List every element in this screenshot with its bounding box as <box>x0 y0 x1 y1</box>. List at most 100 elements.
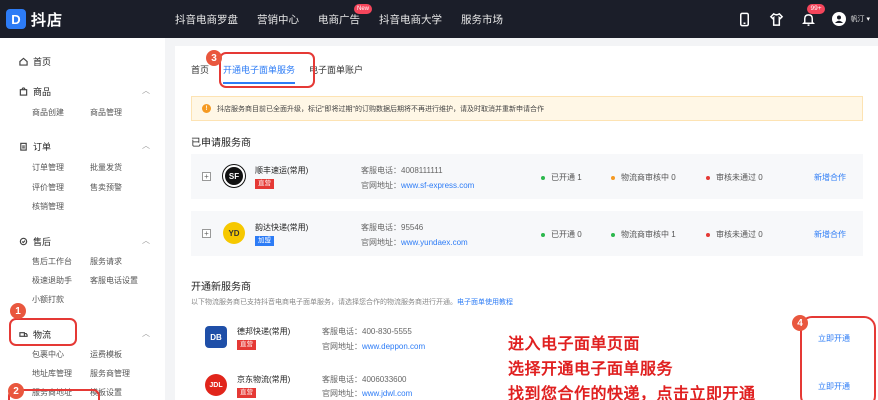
sidebar-item-freight-template[interactable]: 运费模板 <box>90 349 122 360</box>
annotation-line-1: 进入电子面单页面 <box>508 336 641 353</box>
carrier-tag: 直营 <box>237 388 256 398</box>
applied-carrier-row: + YD 韵达快递(常用) 加盟 客服电话：95546 官网地址：www.yun… <box>191 211 863 256</box>
annotation-ring-open-now <box>800 316 876 400</box>
dot-green-icon <box>541 175 545 180</box>
sidebar-item-quick-refund[interactable]: 极速退助手 <box>32 275 72 286</box>
sidebar-group-label: 商品 <box>33 87 52 97</box>
carrier-site: 官网地址：www.yundaex.com <box>361 238 468 247</box>
carrier-site-link[interactable]: www.jdwl.com <box>362 389 412 398</box>
carrier-name: 顺丰速运(常用) <box>255 166 309 175</box>
sidebar-group-product[interactable]: 商品 <box>18 85 51 98</box>
tutorial-link[interactable]: 电子面单使用教程 <box>457 299 513 306</box>
sidebar-item-batch-ship[interactable]: 批量发货 <box>90 162 122 173</box>
step-badge-3: 3 <box>206 50 222 66</box>
notice-text: 抖店服务商目前已全面升级，标记"即将过期"的订购数据后期将不再进行维护，请及时取… <box>217 105 544 113</box>
carrier-name: 韵达快递(常用) <box>255 223 309 232</box>
carrier-name: 德邦快递(常用) <box>237 327 291 336</box>
topnav-marketing[interactable]: 营销中心 <box>257 12 299 27</box>
notification-count-badge: 99+ <box>807 4 825 14</box>
service-icon <box>18 237 28 247</box>
yunda-logo-icon: YD <box>223 222 245 244</box>
new-section-desc: 以下物流服务商已支持抖音电商电子面单服务，请选择您合作的物流服务商进行开通。电子… <box>191 299 513 306</box>
dot-green-icon <box>611 232 615 237</box>
carrier-phone: 客服电话：4006033600 <box>322 375 407 384</box>
carrier-phone: 客服电话：4008111111 <box>361 166 443 175</box>
top-nav: 抖音电商罗盘 营销中心 电商广告 New 抖音电商大学 服务市场 <box>175 3 522 27</box>
user-menu[interactable]: 帆汀 ▾ <box>832 12 870 26</box>
carrier-phone: 客服电话：400-830-5555 <box>322 327 412 336</box>
sidebar-item-cs-phone[interactable]: 客服电话设置 <box>90 275 138 286</box>
notice-banner: ! 抖店服务商目前已全面升级，标记"即将过期"的订购数据后期将不再进行维护，请及… <box>191 96 863 121</box>
sidebar-group-aftersale[interactable]: 售后 <box>18 235 51 248</box>
jdl-logo-icon: JDL <box>205 374 227 396</box>
step-badge-1: 1 <box>10 303 26 319</box>
sidebar-item-small-payment[interactable]: 小额打款 <box>32 294 64 305</box>
logo-icon: D <box>6 9 26 29</box>
shirt-icon[interactable] <box>768 11 784 27</box>
topnav-university[interactable]: 抖音电商大学 <box>379 12 442 27</box>
applied-section-title: 已申请服务商 <box>191 138 251 149</box>
carrier-site-link[interactable]: www.deppon.com <box>362 342 425 351</box>
bag-icon <box>18 87 28 97</box>
sidebar-item-parcel-center[interactable]: 包裹中心 <box>32 349 64 360</box>
sidebar-item-service-request[interactable]: 服务请求 <box>90 256 122 267</box>
sidebar-item-verify-manage[interactable]: 核销管理 <box>32 201 64 212</box>
sidebar-item-order-manage[interactable]: 订单管理 <box>32 162 64 173</box>
app-logo[interactable]: D 抖店 <box>0 9 175 30</box>
sidebar-group-order[interactable]: 订单 <box>18 140 51 153</box>
home-icon <box>18 57 28 67</box>
status-rejected: 审核未通过 0 <box>706 172 763 183</box>
annotation-line-2: 选择开通电子面单服务 <box>508 361 674 378</box>
dot-green-icon <box>541 232 545 237</box>
sidebar-item-review-manage[interactable]: 评价管理 <box>32 182 64 193</box>
tab-ewaybill-account[interactable]: 电子面单账户 <box>309 63 363 76</box>
step-badge-4: 4 <box>792 315 808 331</box>
user-name: 帆汀 <box>850 16 865 23</box>
warning-icon: ! <box>202 104 211 113</box>
sidebar-home-label: 首页 <box>33 57 52 67</box>
top-right-tools: 99+ 帆汀 ▾ <box>720 0 870 38</box>
topnav-compass[interactable]: 抖音电商罗盘 <box>175 12 238 27</box>
dot-red-icon <box>706 175 710 180</box>
dot-red-icon <box>706 232 710 237</box>
add-cooperation-link[interactable]: 新增合作 <box>814 172 846 183</box>
carrier-site-link[interactable]: www.sf-express.com <box>401 181 474 190</box>
status-reviewing: 物流商审核中 1 <box>611 229 676 240</box>
sidebar-group-label: 售后 <box>33 237 52 247</box>
carrier-site: 官网地址：www.deppon.com <box>322 342 426 351</box>
chevron-up-icon[interactable]: ︿ <box>142 140 150 151</box>
expand-icon[interactable]: + <box>202 229 211 238</box>
topnav-service-market[interactable]: 服务市场 <box>461 12 503 27</box>
carrier-site: 官网地址：www.sf-express.com <box>361 181 475 190</box>
sidebar-item-product-manage[interactable]: 商品管理 <box>90 107 122 118</box>
chevron-up-icon[interactable]: ︿ <box>142 328 150 339</box>
carrier-phone: 客服电话：95546 <box>361 223 424 232</box>
sidebar-item-home[interactable]: 首页 <box>18 55 51 68</box>
chevron-up-icon[interactable]: ︿ <box>142 235 150 246</box>
carrier-site-link[interactable]: www.yundaex.com <box>401 238 468 247</box>
sidebar-item-provider-manage[interactable]: 服务商管理 <box>90 368 130 379</box>
sf-logo-icon: SF <box>223 165 245 187</box>
bell-icon[interactable]: 99+ <box>800 4 825 27</box>
carrier-tag: 直营 <box>237 340 256 350</box>
deppon-logo-icon: DB <box>205 326 227 348</box>
tab-home[interactable]: 首页 <box>191 63 209 76</box>
avatar-icon <box>832 12 847 26</box>
new-section-title: 开通新服务商 <box>191 282 251 293</box>
step-badge-2: 2 <box>8 383 24 399</box>
sidebar-item-sale-alert[interactable]: 售卖预警 <box>90 182 122 193</box>
mobile-icon[interactable] <box>736 11 752 27</box>
clipboard-icon <box>18 142 28 152</box>
carrier-name: 京东物流(常用) <box>237 375 291 384</box>
chevron-up-icon[interactable]: ︿ <box>142 85 150 96</box>
applied-carrier-row: + SF 顺丰速运(常用) 直营 客服电话：4008111111 官网地址：ww… <box>191 154 863 199</box>
carrier-tag: 加盟 <box>255 236 274 246</box>
sidebar-item-address-manage[interactable]: 地址库管理 <box>32 368 72 379</box>
add-cooperation-link[interactable]: 新增合作 <box>814 229 846 240</box>
topnav-ads[interactable]: 电商广告 New <box>318 3 372 27</box>
status-rejected: 审核未通过 0 <box>706 229 763 240</box>
sidebar-item-aftersale-desk[interactable]: 售后工作台 <box>32 256 72 267</box>
sidebar-item-product-create[interactable]: 商品创建 <box>32 107 64 118</box>
annotation-ring-logistics <box>9 318 77 346</box>
expand-icon[interactable]: + <box>202 172 211 181</box>
